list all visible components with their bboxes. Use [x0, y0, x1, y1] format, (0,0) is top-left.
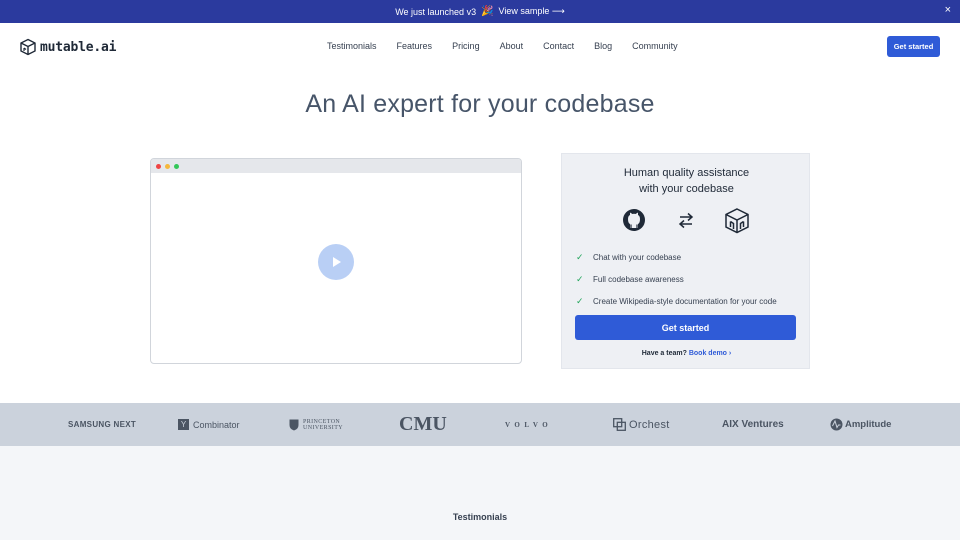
check-icon: ✓ — [576, 251, 584, 262]
card-title-line-2: with your codebase — [639, 183, 734, 195]
hero-title: An AI expert for your codebase — [305, 90, 655, 118]
amplitude-mark-icon — [830, 418, 843, 431]
cube-logo-icon — [20, 38, 36, 56]
nav-features[interactable]: Features — [397, 41, 433, 51]
yellow-dot-icon — [165, 163, 170, 169]
shield-icon — [289, 419, 299, 430]
nav-community[interactable]: Community — [632, 41, 678, 51]
orchest-logo: Orchest — [613, 403, 670, 446]
feature-card: Human quality assistance with your codeb… — [561, 153, 810, 369]
book-demo-link[interactable]: Book demo › — [689, 350, 731, 357]
play-button[interactable] — [318, 244, 354, 280]
logo-text: mutable.ai — [40, 39, 117, 55]
feature-item: ✓ Create Wikipedia-style documentation f… — [576, 290, 777, 312]
swap-arrows-icon — [678, 212, 694, 229]
card-get-started-button[interactable]: Get started — [575, 315, 796, 340]
close-icon[interactable]: × — [945, 4, 951, 16]
nav-blog[interactable]: Blog — [594, 41, 612, 51]
yc-mark-icon: Y — [178, 419, 189, 430]
nav-pricing[interactable]: Pricing — [452, 41, 480, 51]
team-prompt: Have a team? Book demo › — [562, 350, 811, 357]
feature-label: Chat with your codebase — [593, 252, 682, 262]
video-player — [150, 158, 522, 364]
aix-ventures-logo: AIX Ventures — [722, 419, 784, 430]
announcement-banner: We just launched v3 🎉 View sample ⟶ × — [0, 0, 960, 23]
volvo-logo: VOLVO — [505, 420, 553, 429]
card-title-line-1: Human quality assistance — [623, 167, 750, 179]
play-icon — [333, 257, 341, 267]
github-icon — [623, 209, 645, 231]
customer-logos: SAMSUNG NEXT Y Combinator PRINCETON UNIV… — [0, 403, 960, 446]
red-dot-icon — [156, 163, 161, 169]
orchest-mark-icon — [613, 418, 626, 431]
check-icon: ✓ — [576, 295, 584, 306]
team-text: Have a team? — [641, 350, 687, 357]
samsung-next-logo: SAMSUNG NEXT — [68, 420, 137, 429]
feature-label: Create Wikipedia-style documentation for… — [593, 296, 777, 306]
amplitude-logo: Amplitude — [830, 403, 891, 446]
nav-testimonials[interactable]: Testimonials — [327, 41, 377, 51]
check-icon: ✓ — [576, 273, 584, 284]
view-sample-link[interactable]: View sample ⟶ — [499, 6, 565, 17]
main-nav: Testimonials Features Pricing About Cont… — [327, 41, 698, 51]
feature-list: ✓ Chat with your codebase ✓ Full codebas… — [576, 246, 777, 312]
browser-titlebar — [151, 159, 521, 173]
banner-text: We just launched v3 — [395, 6, 477, 17]
integration-icons — [623, 208, 749, 234]
nav-about[interactable]: About — [500, 41, 524, 51]
party-icon: 🎉 — [481, 6, 494, 17]
mutable-cube-icon — [725, 208, 749, 234]
cmu-logo: CMU — [399, 413, 447, 435]
y-combinator-logo: Y Combinator — [178, 403, 240, 446]
feature-label: Full codebase awareness — [593, 274, 684, 284]
card-title: Human quality assistance with your codeb… — [562, 165, 811, 197]
princeton-logo: PRINCETON UNIVERSITY — [289, 403, 343, 446]
green-dot-icon — [174, 163, 179, 169]
nav-contact[interactable]: Contact — [543, 41, 574, 51]
testimonials-section — [0, 446, 960, 540]
feature-item: ✓ Chat with your codebase — [576, 246, 777, 268]
site-logo[interactable]: mutable.ai — [19, 38, 116, 56]
testimonials-heading: Testimonials — [452, 512, 508, 522]
feature-item: ✓ Full codebase awareness — [576, 268, 777, 290]
nav-get-started-button[interactable]: Get started — [887, 36, 940, 57]
